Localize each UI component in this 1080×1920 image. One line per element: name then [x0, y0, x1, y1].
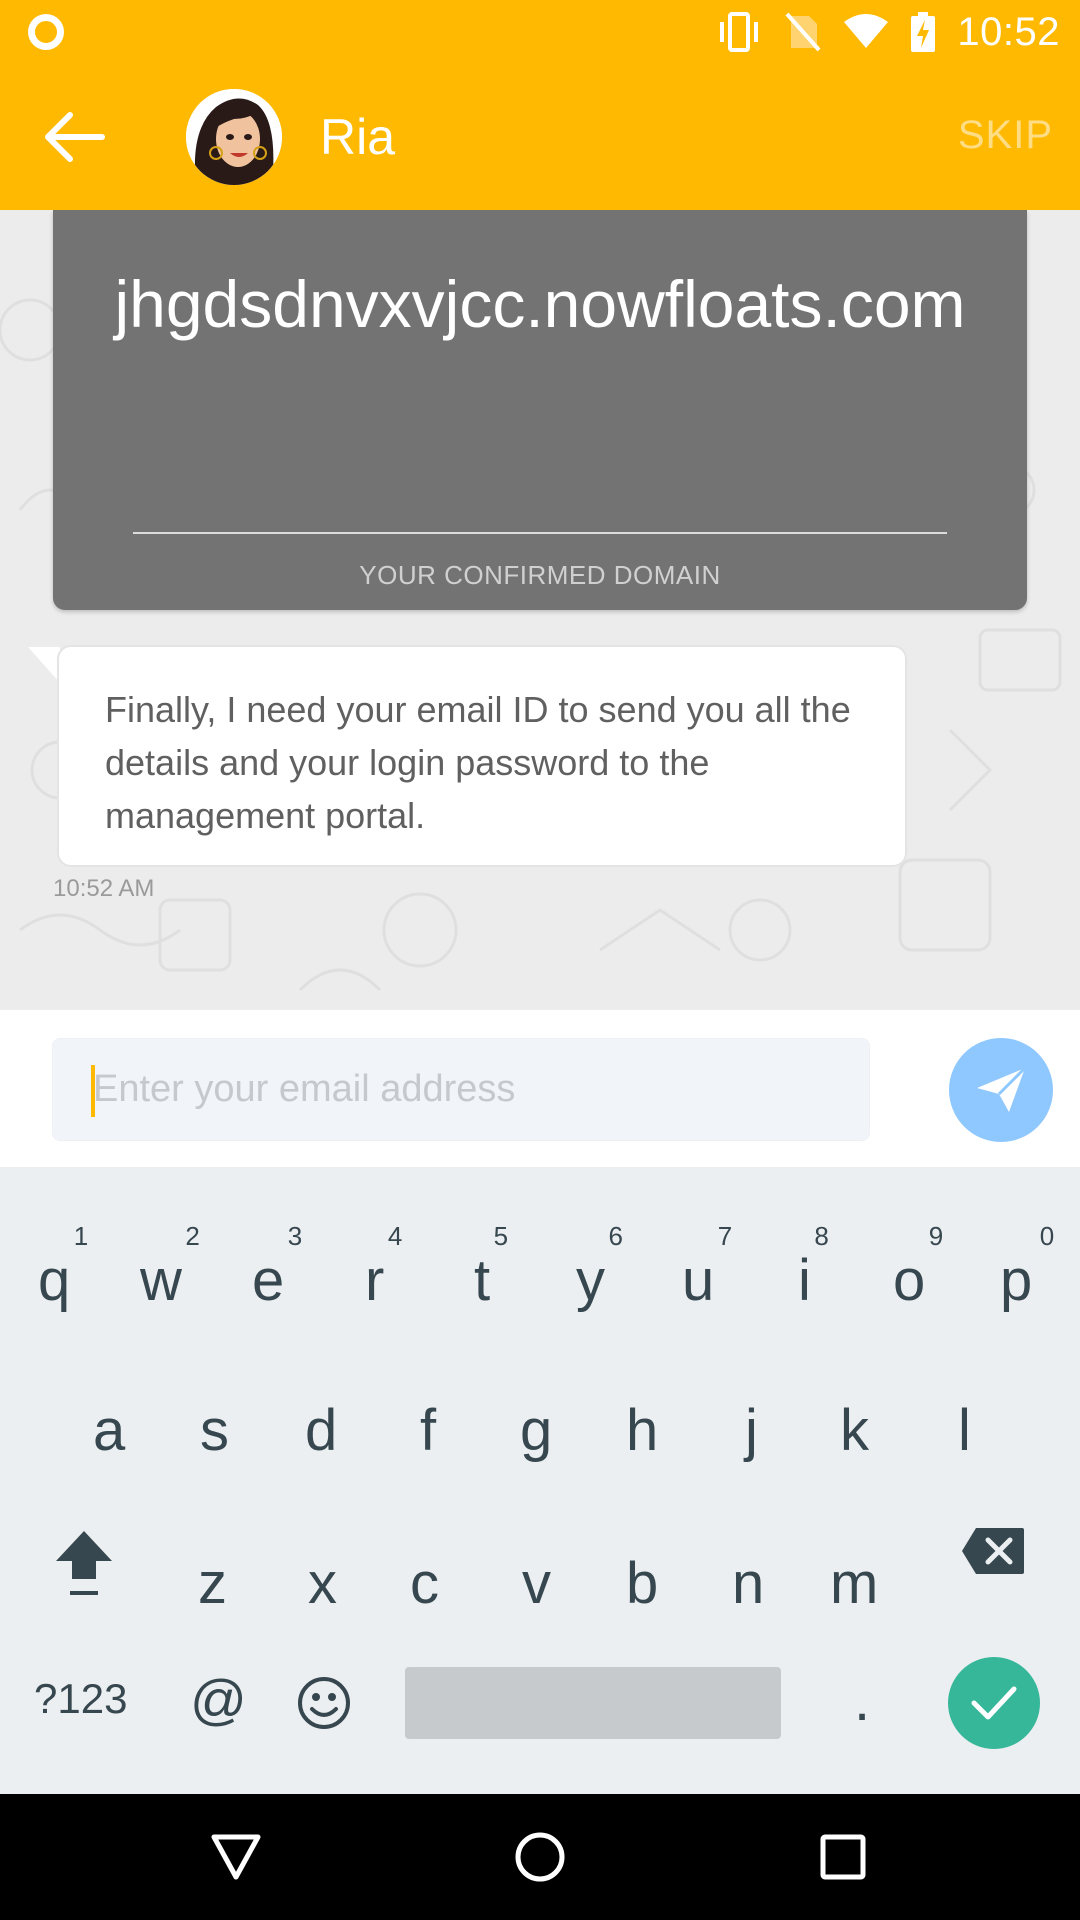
key-u-hint: 7	[717, 1221, 733, 1251]
key-t[interactable]: t5	[474, 1221, 508, 1314]
key-e-hint: 3	[287, 1221, 303, 1251]
no-sim-icon	[785, 12, 821, 52]
text-caret	[91, 1065, 95, 1117]
nav-back-icon	[211, 1834, 261, 1880]
key-v[interactable]: v	[522, 1550, 551, 1617]
bubble-tail	[28, 647, 60, 683]
key-r-hint: 4	[387, 1221, 403, 1251]
key-o-hint: 9	[928, 1221, 944, 1251]
key-b[interactable]: b	[626, 1550, 658, 1617]
keyboard: q1 w2 e3 r4 t5 y6 u7 i8 o9 p0 a s d f g …	[0, 1167, 1080, 1794]
key-z[interactable]: z	[198, 1550, 227, 1617]
key-u[interactable]: u7	[682, 1221, 732, 1314]
enter-key[interactable]	[948, 1657, 1040, 1749]
key-o[interactable]: o9	[893, 1221, 943, 1314]
back-button[interactable]	[36, 99, 112, 175]
key-i-label: i	[798, 1248, 811, 1313]
send-button[interactable]	[949, 1038, 1053, 1142]
nav-recents-icon	[820, 1834, 866, 1880]
key-a[interactable]: a	[93, 1397, 125, 1464]
key-q-hint: 1	[73, 1221, 89, 1251]
key-q[interactable]: q1	[38, 1221, 88, 1314]
contact-name: Ria	[320, 109, 396, 165]
app-bar: Ria SKIP	[0, 63, 1080, 210]
send-icon	[977, 1066, 1027, 1112]
symbols-key[interactable]: ?123	[34, 1675, 127, 1723]
key-o-label: o	[893, 1248, 926, 1313]
space-key[interactable]	[405, 1667, 781, 1739]
email-input[interactable]: Enter your email address	[52, 1038, 870, 1141]
key-e-label: e	[252, 1248, 285, 1313]
key-k[interactable]: k	[840, 1397, 869, 1464]
key-y-hint: 6	[608, 1221, 623, 1251]
nav-home-button[interactable]	[510, 1827, 570, 1887]
wifi-icon	[844, 14, 889, 48]
backspace-key[interactable]	[960, 1523, 1026, 1590]
confirmed-domain-card: jhgdsdnvxvjcc.nowfloats.com YOUR CONFIRM…	[53, 210, 1027, 610]
nav-home-icon	[515, 1832, 565, 1882]
input-bar: Enter your email address	[0, 1010, 1080, 1167]
key-p-hint: 0	[1039, 1221, 1055, 1251]
key-q-label: q	[38, 1248, 71, 1313]
status-time: 10:52	[957, 9, 1060, 54]
battery-charging-icon	[911, 12, 936, 52]
key-h[interactable]: h	[626, 1397, 658, 1464]
key-p-label: p	[1000, 1248, 1033, 1313]
key-d[interactable]: d	[305, 1397, 337, 1464]
key-u-label: u	[682, 1248, 715, 1313]
shift-icon	[56, 1531, 112, 1595]
at-key[interactable]: @	[190, 1667, 247, 1732]
key-y-label: y	[576, 1248, 605, 1313]
key-w-hint: 2	[185, 1221, 200, 1251]
shift-key[interactable]	[52, 1527, 116, 1613]
message-bubble: Finally, I need your email ID to send yo…	[57, 645, 907, 867]
key-r[interactable]: r4	[365, 1221, 402, 1314]
avatar[interactable]	[186, 89, 282, 185]
key-j[interactable]: j	[745, 1397, 758, 1464]
message-timestamp: 10:52 AM	[53, 875, 155, 902]
ria-avatar-illustration	[186, 89, 282, 185]
key-w-label: w	[140, 1248, 182, 1313]
check-icon	[971, 1686, 1017, 1720]
key-y[interactable]: y6	[576, 1221, 623, 1314]
key-e[interactable]: e3	[252, 1221, 302, 1314]
domain-caption: YOUR CONFIRMED DOMAIN	[359, 560, 721, 590]
key-i-hint: 8	[814, 1221, 829, 1251]
vibrate-icon	[720, 12, 759, 52]
key-i[interactable]: i8	[798, 1221, 829, 1314]
navigation-bar	[0, 1794, 1080, 1920]
domain-divider	[133, 532, 947, 534]
emoji-key[interactable]	[296, 1675, 352, 1745]
key-m[interactable]: m	[830, 1550, 878, 1617]
key-t-label: t	[474, 1248, 491, 1313]
key-g[interactable]: g	[520, 1397, 552, 1464]
key-r-label: r	[365, 1248, 385, 1313]
skip-button[interactable]: SKIP	[958, 113, 1053, 158]
emoji-icon	[298, 1677, 350, 1729]
email-input-placeholder: Enter your email address	[93, 1068, 516, 1110]
key-w[interactable]: w2	[140, 1221, 200, 1314]
status-icons: 10:52	[715, 8, 1060, 56]
key-t-hint: 5	[493, 1221, 509, 1251]
message-text: Finally, I need your email ID to send yo…	[105, 689, 851, 836]
backspace-icon	[962, 1528, 1024, 1574]
nav-recents-button[interactable]	[813, 1827, 873, 1887]
key-s[interactable]: s	[200, 1397, 229, 1464]
key-p[interactable]: p0	[1000, 1221, 1054, 1314]
status-bar: 10:52	[0, 0, 1080, 63]
key-c[interactable]: c	[410, 1550, 439, 1617]
chat-area[interactable]: jhgdsdnvxvjcc.nowfloats.com YOUR CONFIRM…	[0, 210, 1080, 1010]
period-key[interactable]: .	[854, 1667, 870, 1734]
key-x[interactable]: x	[308, 1550, 337, 1617]
nav-back-button[interactable]	[206, 1827, 266, 1887]
key-f[interactable]: f	[420, 1397, 436, 1464]
back-arrow-icon	[45, 112, 105, 162]
key-n[interactable]: n	[732, 1550, 764, 1617]
key-l[interactable]: l	[958, 1397, 971, 1464]
notification-ring-icon	[28, 14, 64, 50]
domain-name: jhgdsdnvxvjcc.nowfloats.com	[114, 267, 966, 341]
